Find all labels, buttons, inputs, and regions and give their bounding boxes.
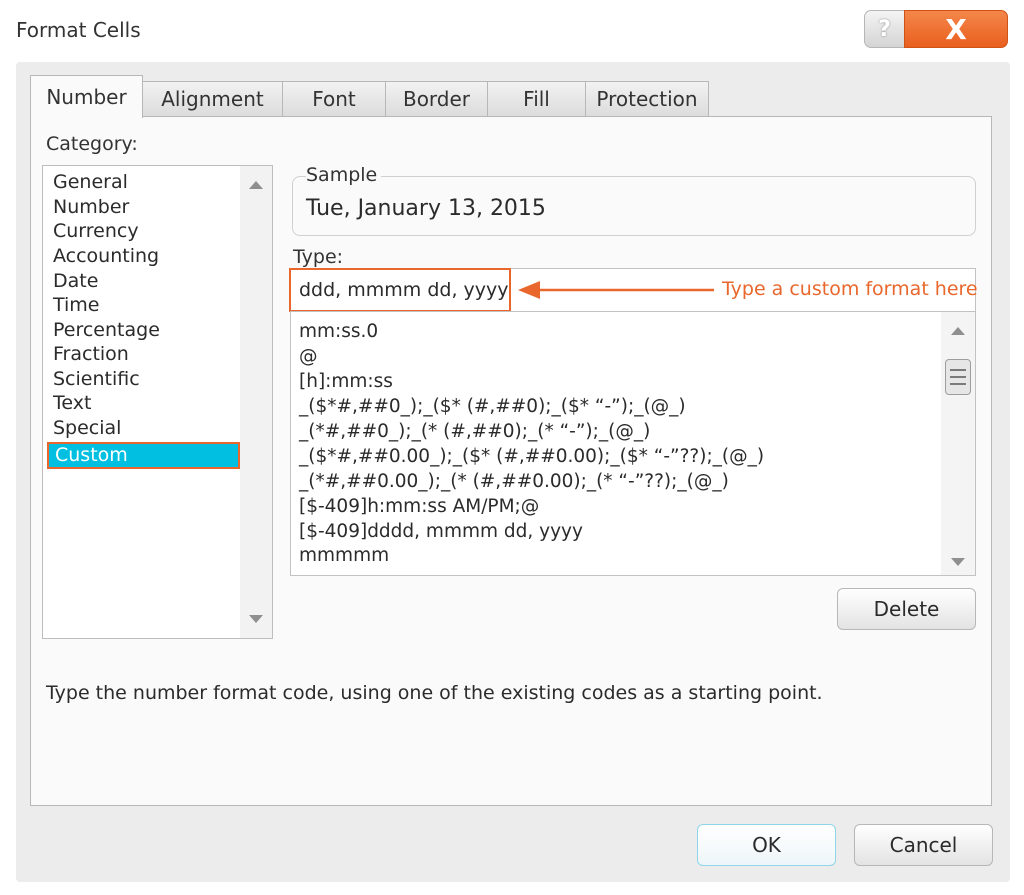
list-item[interactable]: mm:ss.0 [299,321,378,342]
category-item-accounting[interactable]: Accounting [53,245,159,267]
close-button[interactable]: X [904,10,1008,48]
help-button[interactable]: ? [864,10,904,48]
category-item-scientific[interactable]: Scientific [53,368,140,390]
category-item-fraction[interactable]: Fraction [53,343,129,365]
category-item-general[interactable]: General [53,171,128,193]
type-label: Type: [293,246,344,268]
scroll-down-arrow-icon[interactable] [249,615,263,623]
ok-button[interactable]: OK [697,824,836,866]
type-input[interactable] [289,268,511,312]
format-code-list[interactable]: mm:ss.0 @ [h]:mm:ss _($*#,##0_);_($* (#,… [290,311,976,576]
category-label: Category: [46,133,138,155]
format-list-scrollbar[interactable] [941,312,975,575]
callout-text: Type a custom format here [722,278,978,300]
scroll-up-arrow-icon[interactable] [951,327,965,335]
sample-value: Tue, January 13, 2015 [306,196,546,221]
tab-border[interactable]: Border [386,81,488,117]
category-item-currency[interactable]: Currency [53,220,139,242]
list-item[interactable]: @ [299,346,318,367]
list-item[interactable]: [$-409]h:mm:ss AM/PM;@ [299,496,539,517]
category-item-text[interactable]: Text [53,392,91,414]
category-item-percentage[interactable]: Percentage [53,319,160,341]
scroll-thumb[interactable] [945,359,971,395]
list-item[interactable]: mmmmm [299,545,389,566]
hint-text: Type the number format code, using one o… [46,682,823,704]
list-item[interactable]: [h]:mm:ss [299,371,393,392]
category-item-time[interactable]: Time [53,294,100,316]
sample-label: Sample [306,164,382,186]
category-item-date[interactable]: Date [53,270,98,292]
callout-arrow-icon [518,281,714,299]
tab-fill[interactable]: Fill [488,81,586,117]
category-item-custom[interactable]: Custom [47,442,240,469]
window-title: Format Cells [16,18,141,42]
scroll-up-arrow-icon[interactable] [249,181,263,189]
list-item[interactable]: [$-409]dddd, mmmm dd, yyyy [299,521,583,542]
tab-font[interactable]: Font [283,81,386,117]
delete-button[interactable]: Delete [837,588,976,630]
list-item[interactable]: _($*#,##0.00_);_($* (#,##0.00);_($* “-”?… [299,446,764,467]
cancel-button[interactable]: Cancel [854,824,993,866]
scroll-down-arrow-icon[interactable] [951,558,965,566]
list-item[interactable]: _(*#,##0_);_(* (#,##0);_(* “-”);_(@_) [299,421,650,442]
category-item-special[interactable]: Special [53,417,121,439]
list-item[interactable]: _($*#,##0_);_($* (#,##0);_($* “-”);_(@_) [299,396,686,417]
question-mark-icon: ? [878,16,891,42]
category-scrollbar[interactable] [240,166,272,638]
list-item[interactable]: _(*#,##0.00_);_(* (#,##0.00);_(* “-”??);… [299,471,729,492]
category-item-number[interactable]: Number [53,196,129,218]
tab-number[interactable]: Number [30,75,143,118]
tab-bar: Number Alignment Font Border Fill Protec… [30,75,709,118]
close-icon: X [945,12,967,46]
category-list[interactable]: General Number Currency Accounting Date … [42,165,273,639]
tab-alignment[interactable]: Alignment [143,81,283,117]
tab-protection[interactable]: Protection [586,81,709,117]
